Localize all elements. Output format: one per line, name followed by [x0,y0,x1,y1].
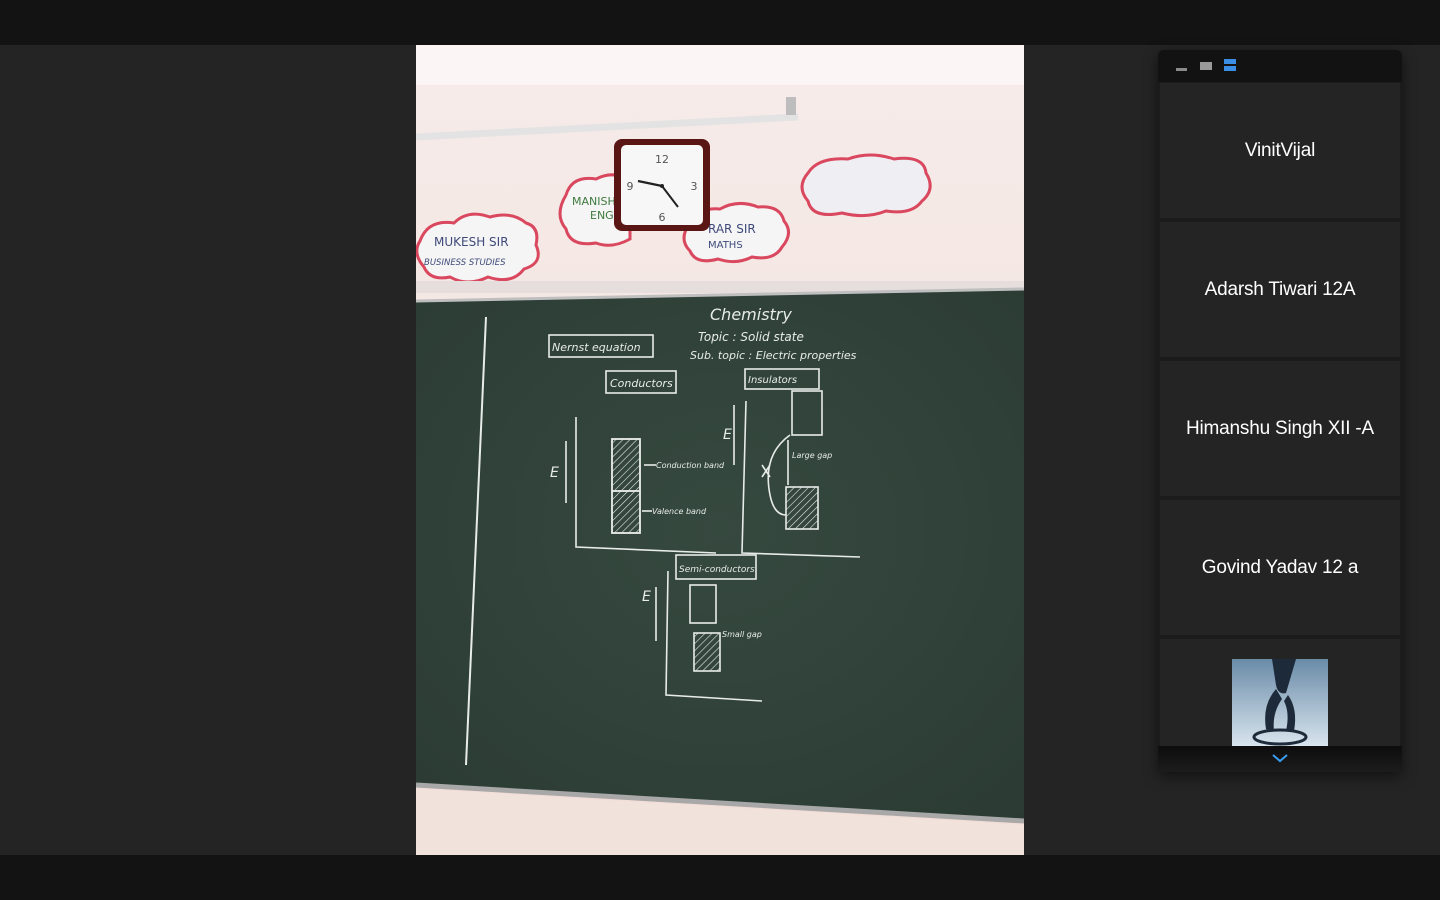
top-toolbar [0,0,1440,45]
participant-tile[interactable]: Adarsh Tiwari 12A [1160,222,1400,357]
board-label-large-gap: Large gap [792,451,832,460]
shared-video-feed[interactable]: MUKESH SIR BUSINESS STUDIES MANISH ENG R… [416,45,1024,855]
participant-name: Govind Yadav 12 a [1201,556,1359,578]
svg-text:12: 12 [655,153,669,166]
board-axis-e-semiconductors: E [642,589,651,605]
participant-name: VinitVijal [1244,139,1316,161]
board-topic: Topic : Solid state [698,330,804,344]
board-subject: Chemistry [710,305,792,324]
participant-name: Himanshu Singh XII -A [1186,417,1374,439]
wall-label-maths: MATHS [708,240,743,251]
wall-cloud-left: MUKESH SIR BUSINESS STUDIES [416,212,540,284]
speaker-view-button[interactable] [1222,58,1238,74]
speaker-view-icon [1224,59,1236,64]
wall-label-business-studies: BUSINESS STUDIES [424,258,506,268]
minimize-icon [1176,68,1187,71]
strip-view-icon [1200,62,1212,70]
self-video-thumbnail [1232,659,1328,749]
board-label-conduction-band: Conduction band [656,461,725,470]
board-box-semiconductors: Semi-conductors [679,565,755,575]
board-box-nernst: Nernst equation [552,341,641,354]
participant-tile[interactable]: VinitVijal [1160,83,1400,218]
strip-view-button[interactable] [1198,58,1214,74]
participants-panel: VinitVijal Adarsh Tiwari 12A Himanshu Si… [1158,50,1402,772]
panel-header [1158,50,1402,82]
board-box-conductors: Conductors [610,377,673,390]
wall-cloud-blank [800,153,932,218]
svg-text:6: 6 [659,211,666,224]
wall-label-mukesh: MUKESH SIR [434,235,509,249]
participant-name: Adarsh Tiwari 12A [1204,278,1356,300]
panel-footer [1158,746,1402,772]
minimize-view-button[interactable] [1174,58,1190,74]
wall-clock: 12 3 6 9 [614,139,710,231]
board-axis-e-conductors: E [550,465,559,481]
board-label-valence-band: Valence band [652,507,707,516]
chevron-down-icon[interactable] [1270,752,1290,764]
participant-tile[interactable]: Govind Yadav 12 a [1160,500,1400,635]
classroom-scene: MUKESH SIR BUSINESS STUDIES MANISH ENG R… [416,45,1024,855]
bottom-toolbar [0,855,1440,900]
board-axis-e-insulators: E [723,427,732,443]
wall-label-eng: ENG [590,209,614,222]
board-subtopic: Sub. topic : Electric properties [690,349,857,362]
speaker-view-icon-bar [1224,66,1236,71]
wall-label-rar-sir: RAR SIR [708,222,756,236]
participant-tile[interactable]: Himanshu Singh XII -A [1160,361,1400,496]
board-box-insulators: Insulators [748,375,797,386]
board-label-small-gap: Small gap [722,630,762,639]
svg-text:9: 9 [627,180,634,193]
svg-text:3: 3 [691,180,698,193]
wall-label-manish: MANISH [572,195,616,208]
